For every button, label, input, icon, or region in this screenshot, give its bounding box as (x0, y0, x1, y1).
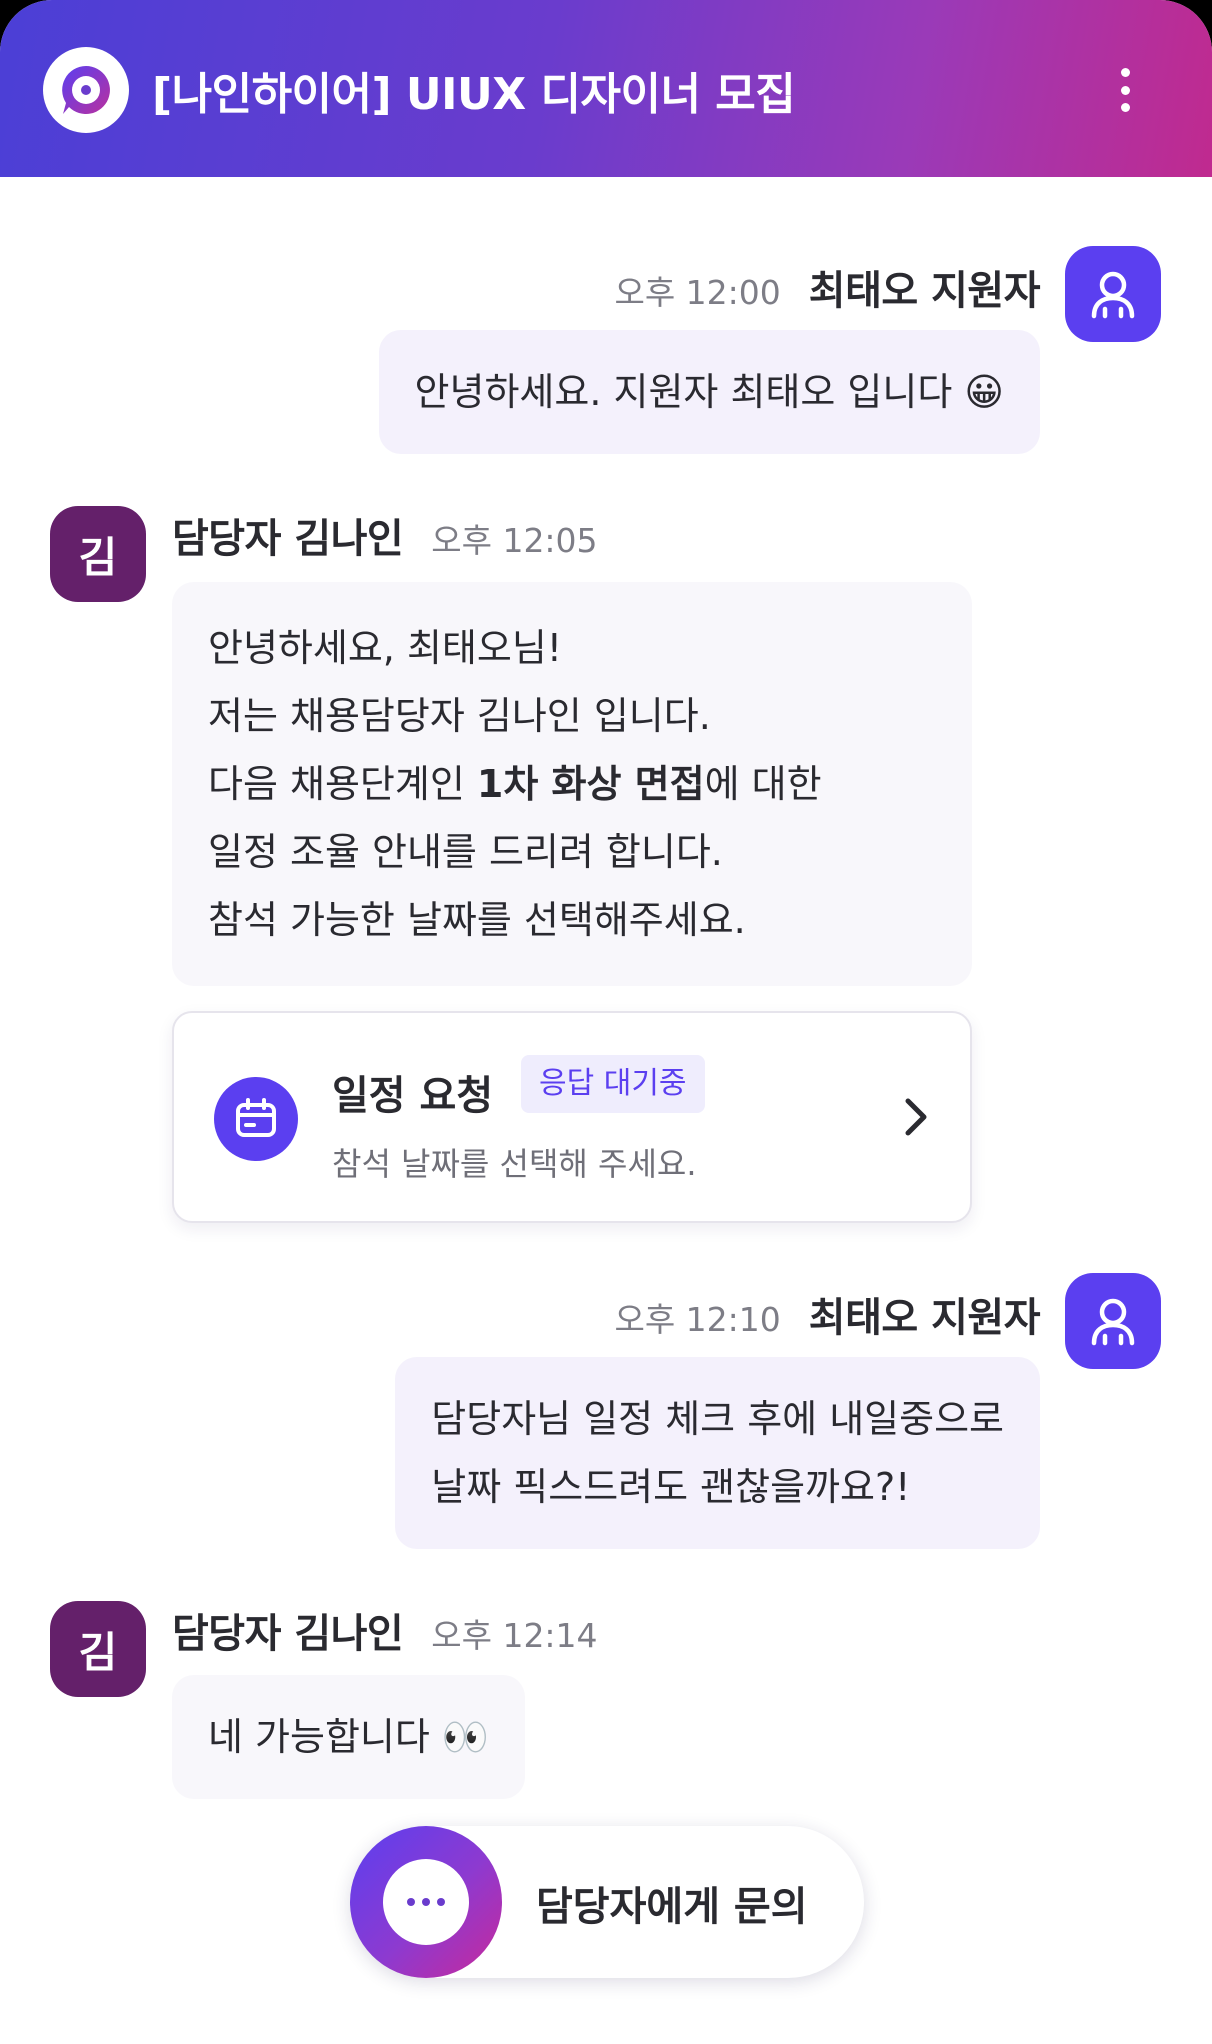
chat-dots-icon (350, 1826, 502, 1978)
schedule-request-card[interactable]: 일정 요청 응답 대기중 참석 날짜를 선택해 주세요. (172, 1011, 972, 1223)
card-subtitle: 참석 날짜를 선택해 주세요. (332, 1145, 697, 1183)
message-time: 오후 12:00 (614, 273, 781, 312)
card-title: 일정 요청 (332, 1073, 494, 1119)
message-meta: 담당자 김나인 오후 12:05 (172, 506, 598, 564)
message-line: 날짜 픽스드려도 괜찮을까요?! (431, 1465, 911, 1509)
bold-highlight: 1차 화상 면접 (476, 762, 705, 806)
message-meta: 오후 12:10 최태오 지원자 (614, 1285, 1040, 1343)
message-time: 오후 12:10 (614, 1300, 781, 1339)
message-bubble: 안녕하세요. 지원자 최태오 입니다 😀 (378, 330, 1040, 454)
message-sender: 최태오 지원자 (808, 1295, 1041, 1341)
chevron-right-icon (905, 1098, 927, 1136)
more-vertical-icon[interactable] (1105, 60, 1145, 120)
applicant-avatar (1065, 246, 1161, 342)
contact-manager-button[interactable]: 담당자에게 문의 (350, 1826, 864, 1978)
message-sender: 최태오 지원자 (808, 268, 1041, 314)
staff-avatar: 김 (50, 1601, 146, 1697)
message-time: 오후 12:05 (431, 521, 598, 560)
user-icon (1091, 1298, 1135, 1346)
message-line: 다음 채용단계인 1차 화상 면접에 대한 (208, 762, 822, 806)
user-icon (1091, 271, 1135, 319)
message-line: 저는 채용담당자 김나인 입니다. (208, 694, 711, 738)
staff-avatar: 김 (50, 506, 146, 602)
message-text: 안녕하세요. 지원자 최태오 입니다 😀 (414, 370, 1004, 414)
message-line: 일정 조율 안내를 드리려 합니다. (208, 830, 723, 874)
message-bubble: 네 가능합니다 👀 (172, 1675, 526, 1799)
message-line: 참석 가능한 날짜를 선택해주세요. (208, 898, 746, 942)
message-line: 안녕하세요, 최태오님! (208, 626, 563, 670)
contact-manager-label: 담당자에게 문의 (536, 1884, 808, 1930)
message-bubble: 담당자님 일정 체크 후에 내일중으로 날짜 픽스드려도 괜찮을까요?! (395, 1357, 1040, 1549)
message-meta: 오후 12:00 최태오 지원자 (614, 258, 1040, 316)
message-bubble: 안녕하세요, 최태오님! 저는 채용담당자 김나인 입니다. 다음 채용단계인 … (172, 582, 972, 986)
message-sender: 담당자 김나인 (172, 1611, 404, 1657)
calendar-icon (214, 1077, 298, 1161)
status-badge: 응답 대기중 (521, 1055, 705, 1113)
message-text: 네 가능합니다 👀 (208, 1715, 490, 1759)
chat-room-title: [나인하이어] UIUX 디자이너 모집 (152, 69, 796, 120)
message-meta: 담당자 김나인 오후 12:14 (172, 1601, 598, 1659)
message-line: 담당자님 일정 체크 후에 내일중으로 (431, 1397, 1004, 1441)
message-sender: 담당자 김나인 (172, 516, 404, 562)
applicant-avatar (1065, 1273, 1161, 1369)
chat-screen: [나인하이어] UIUX 디자이너 모집 오후 12:00 최태오 지원자 안녕… (0, 0, 1212, 2044)
chat-bubble-logo-icon (43, 47, 129, 133)
message-time: 오후 12:14 (431, 1616, 598, 1655)
chat-header: [나인하이어] UIUX 디자이너 모집 (0, 0, 1212, 177)
